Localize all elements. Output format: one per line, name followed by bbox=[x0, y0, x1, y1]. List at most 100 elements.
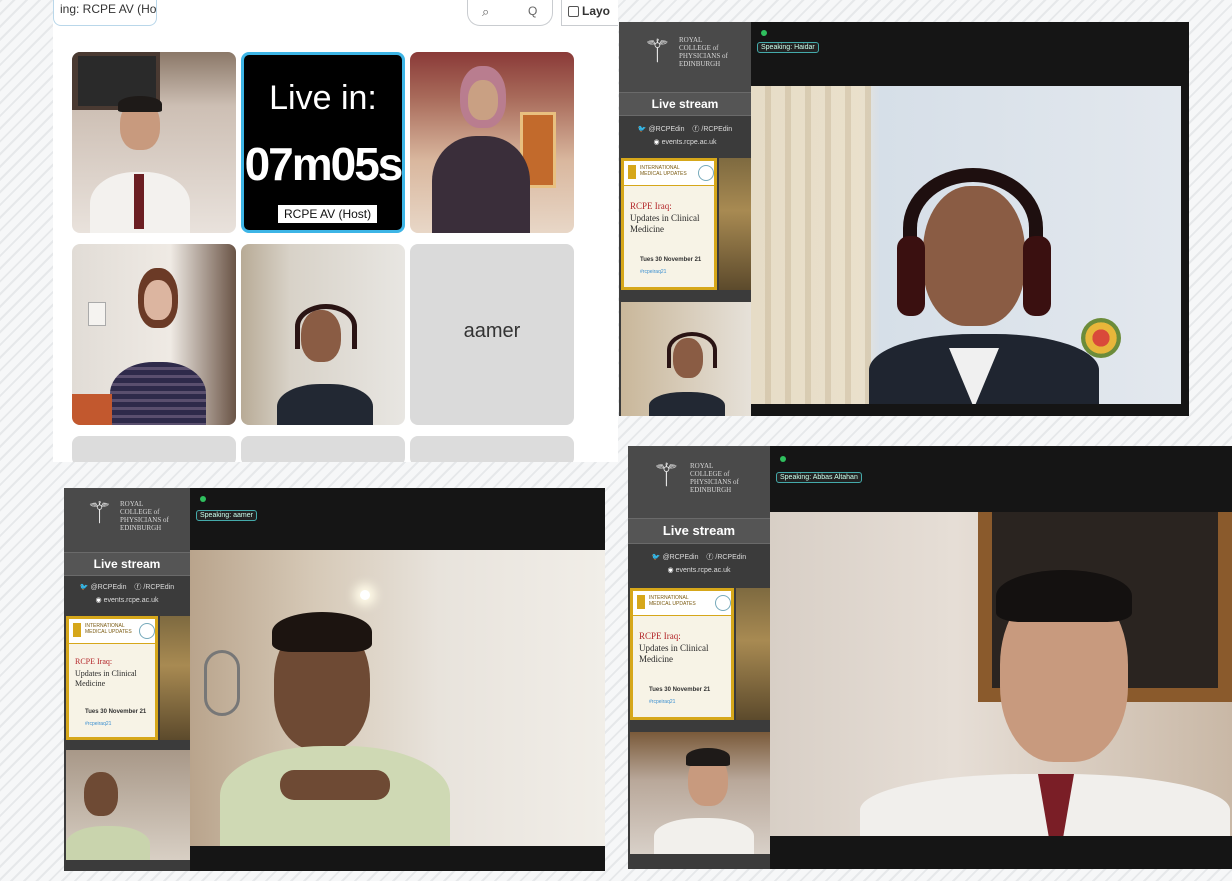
twitter-icon: 🐦 bbox=[637, 126, 647, 133]
twitter-icon: 🐦 bbox=[79, 584, 89, 591]
search-icon: ⌕ bbox=[482, 4, 490, 19]
website: ◉ events.rcpe.ac.uk bbox=[619, 138, 751, 146]
org-line: PHYSICIANS of bbox=[679, 52, 728, 61]
live-stream-heading: Live stream bbox=[619, 92, 751, 116]
live-stream-heading: Live stream bbox=[628, 518, 770, 544]
college-building-photo bbox=[719, 158, 751, 290]
college-building-photo bbox=[736, 588, 770, 720]
rcpe-logo: ⚚ ROYAL COLLEGE of PHYSICIANS of EDINBUR… bbox=[64, 488, 190, 552]
promo-subtitle: Updates in Clinical Medicine bbox=[630, 213, 700, 234]
twitter-handle: @RCPEdin bbox=[90, 584, 127, 591]
main-speaker-video bbox=[751, 86, 1181, 404]
org-line: ROYAL bbox=[120, 500, 144, 508]
org-line: EDINBURGH bbox=[679, 60, 721, 69]
promo-hashtag: #rcpeiraq21 bbox=[85, 721, 112, 727]
participant-name: aamer bbox=[463, 320, 521, 342]
badge-icon bbox=[139, 623, 155, 639]
speaking-label: Speaking: aamer bbox=[196, 510, 257, 521]
social-links: 🐦 @RCPEdin ⓕ /RCPEdin bbox=[619, 124, 751, 134]
org-line: COLLEGE of bbox=[690, 470, 730, 479]
layout-label: Layo bbox=[582, 4, 611, 18]
website-url: events.rcpe.ac.uk bbox=[675, 567, 731, 574]
org-line: ROYAL bbox=[679, 36, 703, 44]
globe-icon: ◉ bbox=[95, 597, 102, 604]
speaking-indicator-icon bbox=[761, 30, 767, 36]
event-promo-card: INTERNATIONAL MEDICAL UPDATES RCPE Iraq:… bbox=[66, 616, 158, 740]
gallery-view: ing: RCPE AV (Host) ⌕ Q Layo Live in: 07… bbox=[53, 0, 618, 462]
website: ◉ events.rcpe.ac.uk bbox=[628, 566, 770, 574]
video-tile-no-video[interactable]: aamer bbox=[410, 244, 574, 425]
countdown-tile[interactable]: Live in: 07m05s RCPE AV (Host) bbox=[241, 52, 405, 233]
facebook-icon: ⓕ bbox=[706, 554, 714, 561]
main-speaker-video bbox=[770, 512, 1232, 836]
video-tile-woman-hijab[interactable] bbox=[410, 52, 574, 233]
main-speaker-video bbox=[190, 550, 605, 846]
badge-icon bbox=[698, 165, 714, 181]
speaking-label: Speaking: Abbas Altahan bbox=[776, 472, 862, 483]
promo-date: Tues 30 November 21 bbox=[649, 687, 711, 693]
org-line: PHYSICIANS of bbox=[120, 516, 169, 525]
college-crest-icon: ⚚ bbox=[86, 497, 113, 530]
search-input[interactable]: ⌕ Q bbox=[467, 0, 553, 26]
video-tile-man-headphones[interactable] bbox=[241, 244, 405, 425]
promo-header: INTERNATIONAL MEDICAL UPDATES bbox=[640, 165, 687, 177]
self-view-thumbnail bbox=[66, 750, 190, 860]
video-tile-empty[interactable] bbox=[72, 436, 236, 462]
rcpe-logo: ⚚ ROYAL COLLEGE of PHYSICIANS of EDINBUR… bbox=[628, 446, 770, 518]
promo-hashtag: #rcpeiraq21 bbox=[649, 699, 676, 705]
rcpe-logo: ⚚ ROYAL COLLEGE of PHYSICIANS of EDINBUR… bbox=[619, 22, 751, 92]
search-placeholder: Q bbox=[528, 4, 538, 18]
countdown-timer: 07m05s bbox=[244, 138, 402, 190]
org-line: ROYAL bbox=[690, 462, 714, 470]
facebook-icon: ⓕ bbox=[692, 126, 700, 133]
twitter-handle: @RCPEdin bbox=[648, 126, 685, 133]
promo-header: INTERNATIONAL MEDICAL UPDATES bbox=[85, 623, 132, 635]
org-line: PHYSICIANS of bbox=[690, 478, 739, 487]
speaking-host-label: ing: RCPE AV (Host) bbox=[53, 0, 157, 26]
college-crest-icon: ⚚ bbox=[643, 33, 672, 69]
stream-sidebar: ⚚ ROYAL COLLEGE of PHYSICIANS of EDINBUR… bbox=[619, 22, 751, 416]
video-tile-woman[interactable] bbox=[72, 244, 236, 425]
event-promo-card: INTERNATIONAL MEDICAL UPDATES RCPE Iraq:… bbox=[630, 588, 734, 720]
badge-icon bbox=[715, 595, 731, 611]
facebook-icon: ⓕ bbox=[134, 584, 142, 591]
website-url: events.rcpe.ac.uk bbox=[103, 597, 159, 604]
promo-date: Tues 30 November 21 bbox=[85, 709, 147, 715]
promo-title: RCPE Iraq: bbox=[639, 631, 681, 641]
org-line: COLLEGE of bbox=[679, 44, 719, 53]
countdown-line1: Live in: bbox=[269, 79, 377, 117]
speaking-indicator-icon bbox=[200, 496, 206, 502]
college-building-photo bbox=[160, 616, 190, 740]
facebook-handle: /RCPEdin bbox=[715, 554, 747, 561]
promo-date: Tues 30 November 21 bbox=[640, 257, 702, 263]
globe-icon: ◉ bbox=[653, 139, 660, 146]
layout-button[interactable]: Layo bbox=[561, 0, 618, 26]
facebook-handle: /RCPEdin bbox=[701, 126, 733, 133]
twitter-handle: @RCPEdin bbox=[662, 554, 699, 561]
facebook-handle: /RCPEdin bbox=[143, 584, 175, 591]
live-stream-top: ⚚ ROYAL COLLEGE of PHYSICIANS of EDINBUR… bbox=[619, 22, 1189, 416]
website: ◉ events.rcpe.ac.uk bbox=[64, 596, 190, 604]
org-line: EDINBURGH bbox=[690, 486, 732, 495]
promo-title: RCPE Iraq: bbox=[630, 201, 672, 211]
live-stream-left: ⚚ ROYAL COLLEGE of PHYSICIANS of EDINBUR… bbox=[64, 488, 605, 871]
live-stream-heading: Live stream bbox=[64, 552, 190, 576]
self-view-thumbnail bbox=[621, 302, 751, 416]
org-line: COLLEGE of bbox=[120, 508, 160, 517]
video-tile-empty[interactable] bbox=[410, 436, 574, 462]
promo-hashtag: #rcpeiraq21 bbox=[640, 269, 667, 275]
promo-subtitle: Updates in Clinical Medicine bbox=[639, 643, 709, 664]
promo-header: INTERNATIONAL MEDICAL UPDATES bbox=[649, 595, 696, 607]
live-stream-right: ⚚ ROYAL COLLEGE of PHYSICIANS of EDINBUR… bbox=[628, 446, 1232, 869]
social-links: 🐦 @RCPEdin ⓕ /RCPEdin bbox=[64, 582, 190, 592]
org-line: EDINBURGH bbox=[120, 524, 162, 533]
stream-sidebar: ⚚ ROYAL COLLEGE of PHYSICIANS of EDINBUR… bbox=[628, 446, 770, 869]
layout-icon bbox=[568, 6, 579, 17]
social-links: 🐦 @RCPEdin ⓕ /RCPEdin bbox=[628, 552, 770, 562]
twitter-icon: 🐦 bbox=[651, 554, 661, 561]
website-url: events.rcpe.ac.uk bbox=[661, 139, 717, 146]
globe-icon: ◉ bbox=[667, 567, 674, 574]
host-name-label: RCPE AV (Host) bbox=[278, 205, 378, 223]
video-tile-man-tie[interactable] bbox=[72, 52, 236, 233]
video-tile-empty[interactable] bbox=[241, 436, 405, 462]
